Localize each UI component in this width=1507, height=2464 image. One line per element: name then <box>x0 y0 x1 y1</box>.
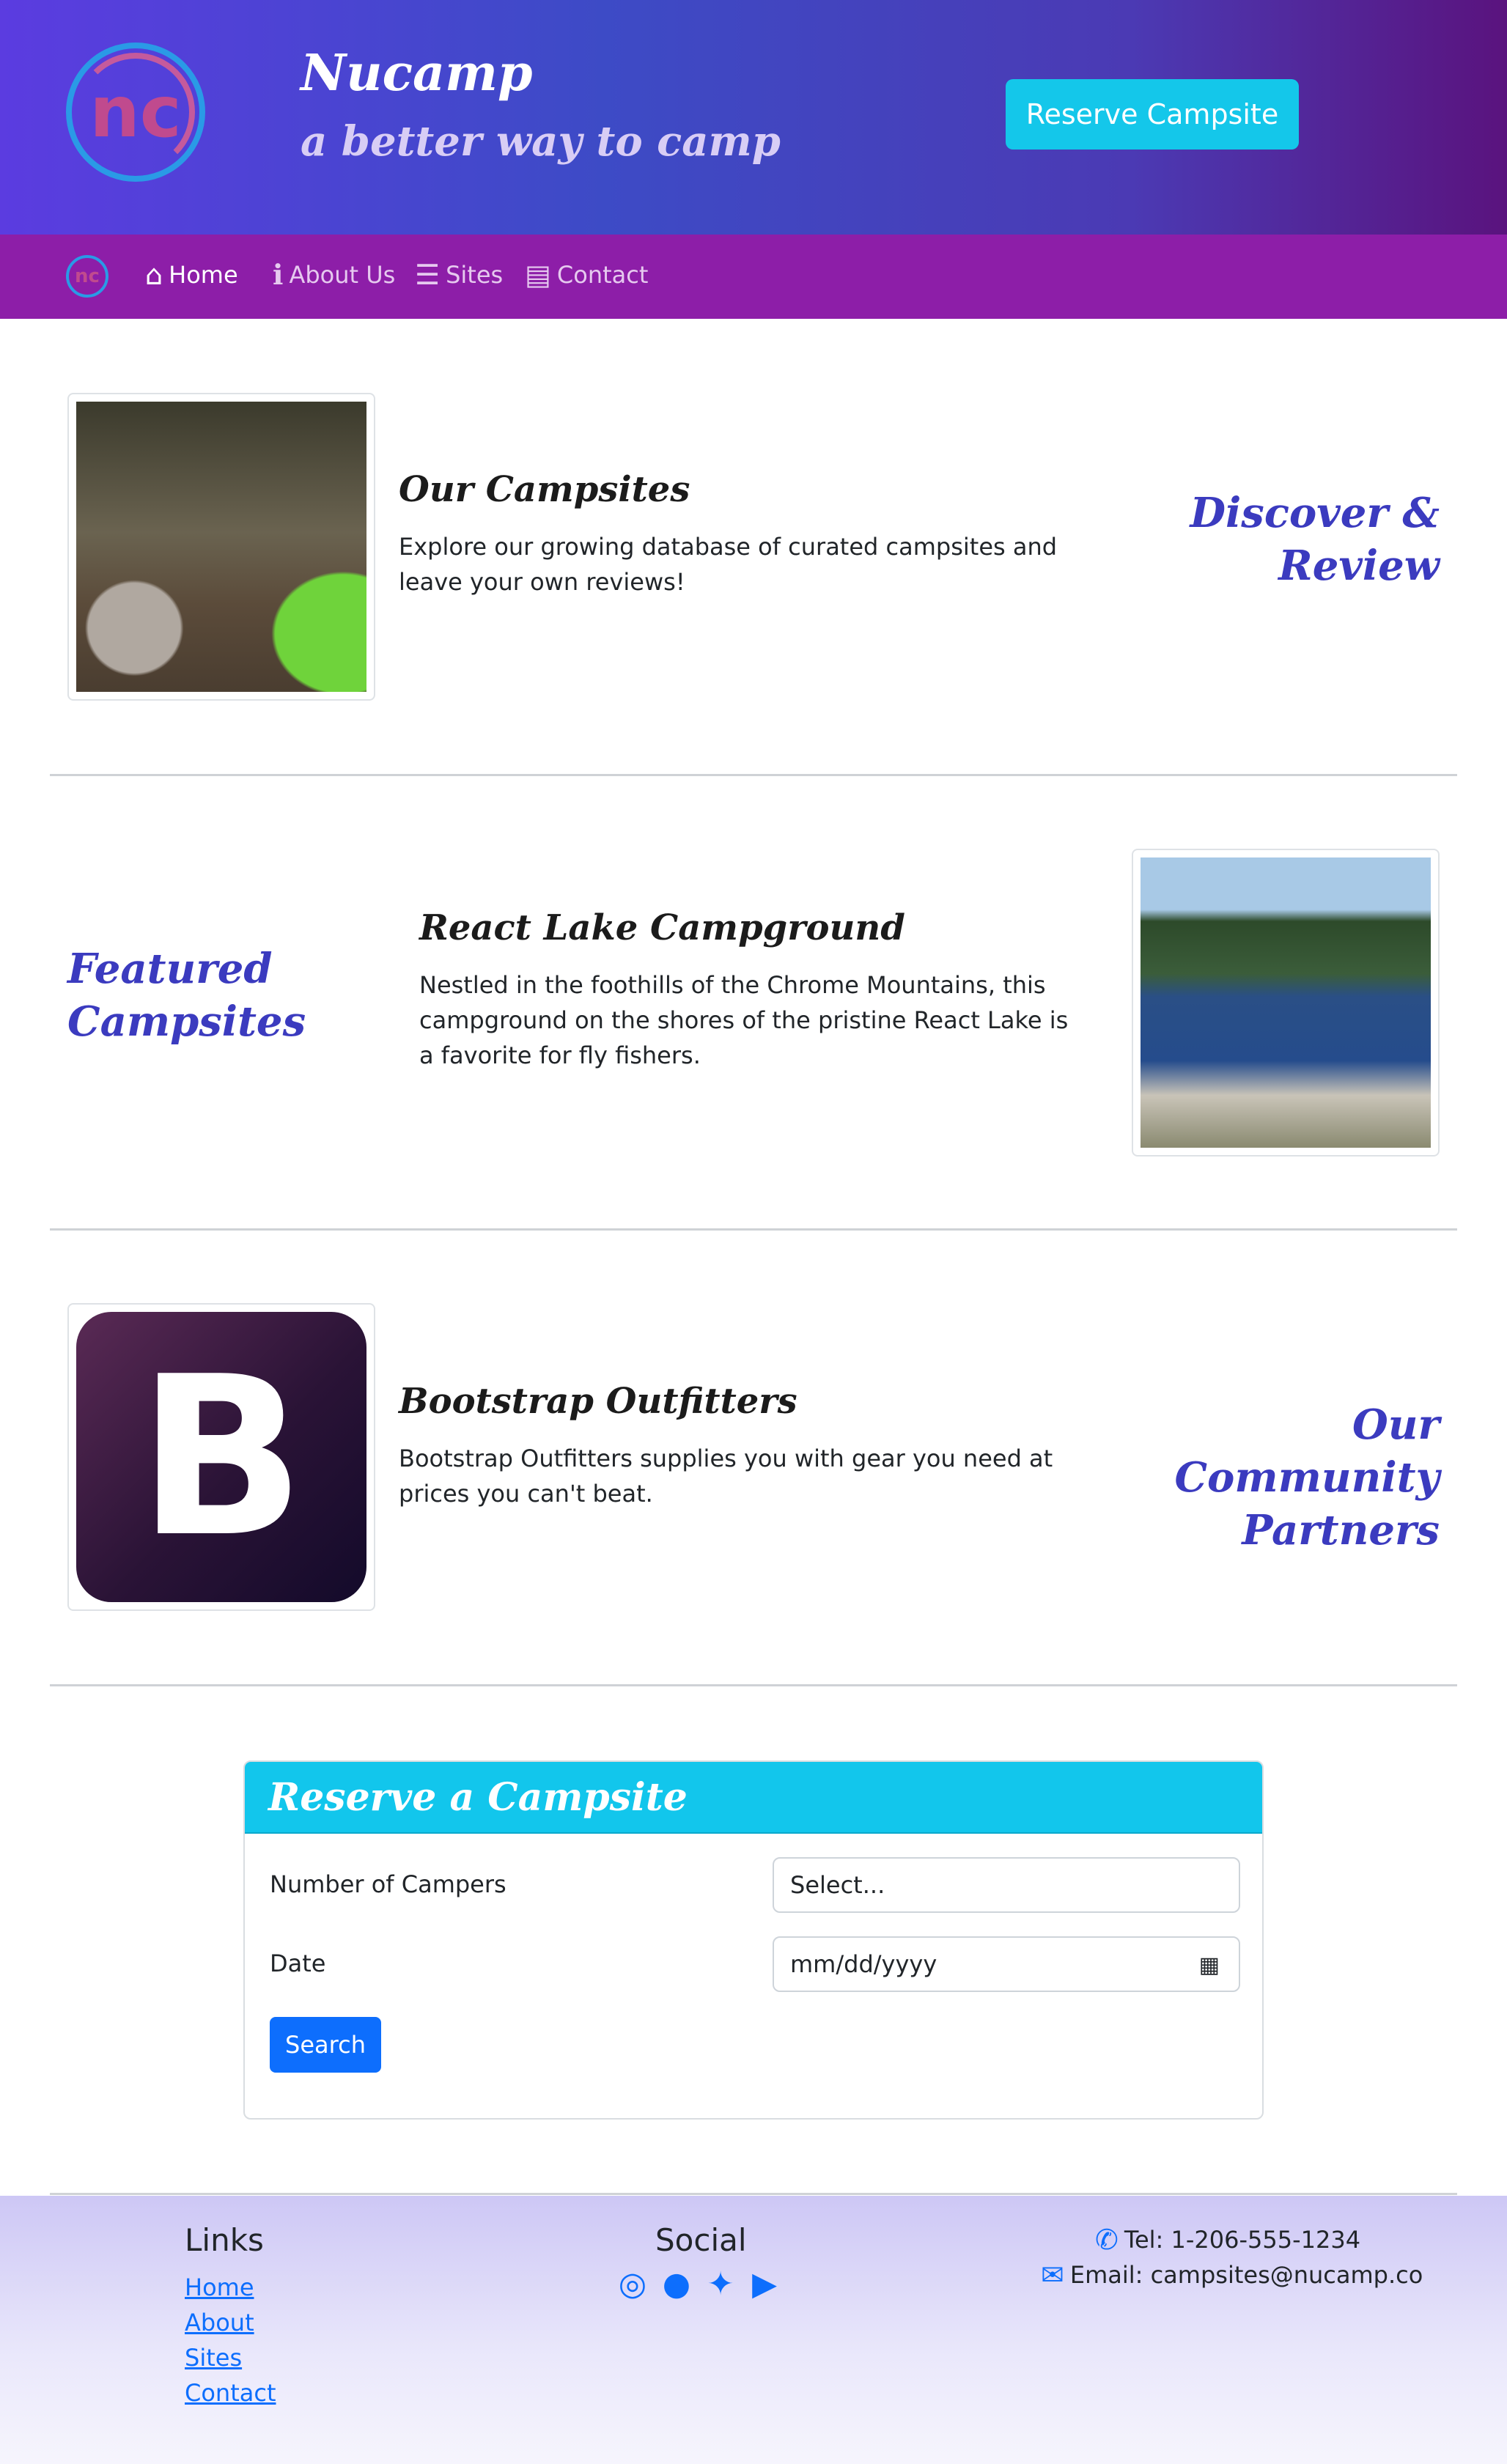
calendar-icon[interactable]: ▦ <box>1199 1952 1220 1978</box>
nucamp-logo: nc <box>66 43 205 182</box>
list-icon: ☰ <box>415 259 441 291</box>
envelope-icon: ✉ <box>1041 2259 1064 2291</box>
tel-text: Tel: 1-206-555-1234 <box>1124 2226 1361 2254</box>
footer-link-sites[interactable]: Sites <box>185 2344 242 2372</box>
section-title-react-lake: React Lake Campground <box>419 907 905 948</box>
side-title-featured: Featured Campsites <box>67 945 306 1046</box>
date-placeholder: mm/dd/yyyy <box>790 1950 937 1978</box>
nav-item-home[interactable]: ⌂ Home <box>145 257 238 293</box>
campers-select[interactable]: Select... <box>773 1857 1240 1913</box>
footer-link-home[interactable]: Home <box>185 2273 254 2301</box>
section-text-campsites: Explore our growing database of curated … <box>399 533 1058 596</box>
reserve-campsite-button[interactable]: Reserve Campsite <box>1006 79 1299 150</box>
info-icon: ℹ <box>273 259 284 291</box>
nav-item-label: Home <box>169 261 238 289</box>
campers-label: Number of Campers <box>270 1870 506 1898</box>
campsite-thumbnail[interactable] <box>67 393 375 701</box>
section-divider <box>50 2193 1457 2195</box>
instagram-icon[interactable]: ◎ <box>614 2266 651 2303</box>
section-title-outfitters: Bootstrap Outfitters <box>399 1381 797 1422</box>
date-input[interactable]: mm/dd/yyyy ▦ <box>773 1936 1240 1992</box>
phone-icon: ✆ <box>1095 2224 1119 2256</box>
section-divider <box>50 1228 1457 1231</box>
twitter-icon[interactable]: ✦ <box>702 2266 739 2303</box>
nav-item-sites[interactable]: ☰ Sites <box>415 257 503 293</box>
address-card-icon: ▤ <box>525 259 551 291</box>
section-text-outfitters: Bootstrap Outfitters supplies you with g… <box>399 1445 1053 1508</box>
email-text: Email: campsites@nucamp.co <box>1069 2261 1423 2289</box>
site-header: nc Nucamp a better way to camp Reserve C… <box>0 0 1507 235</box>
card-header: Reserve a Campsite <box>245 1762 1262 1834</box>
section-title-campsites: Our Campsites <box>399 469 690 510</box>
section-divider <box>50 1684 1457 1686</box>
reserve-campsite-card: Reserve a Campsite Number of Campers Sel… <box>243 1760 1264 2120</box>
site-subtitle: a better way to camp <box>301 117 781 166</box>
youtube-icon[interactable]: ▶ <box>746 2266 783 2303</box>
section-text-react-lake: Nestled in the foothills of the Chrome M… <box>419 971 1069 1069</box>
logo-text: nc <box>89 71 182 153</box>
react-lake-thumbnail[interactable] <box>1132 849 1440 1157</box>
nav-item-about[interactable]: ℹ About Us <box>273 257 395 293</box>
nav-logo[interactable]: nc <box>66 255 108 298</box>
footer-tel[interactable]: ✆ Tel: 1-206-555-1234 <box>1095 2224 1360 2256</box>
site-title: Nucamp <box>301 44 533 103</box>
nav-item-label: Contact <box>556 261 649 289</box>
search-button[interactable]: Search <box>270 2017 381 2073</box>
nav-item-contact[interactable]: ▤ Contact <box>525 257 648 293</box>
campsite-photo <box>76 402 366 692</box>
side-title-discover: Discover & Review <box>1190 489 1440 590</box>
footer-link-about[interactable]: About <box>185 2309 254 2336</box>
footer-links-heading: Links <box>185 2222 264 2258</box>
lake-photo <box>1141 857 1431 1148</box>
social-icons: ◎ ● ✦ ▶ <box>614 2266 783 2303</box>
footer-social-heading: Social <box>655 2222 747 2258</box>
facebook-icon[interactable]: ● <box>658 2266 695 2303</box>
card-title: Reserve a Campsite <box>268 1774 688 1820</box>
section-divider <box>50 774 1457 776</box>
nav-item-label: Sites <box>446 261 504 289</box>
site-footer: Links Home About Sites Contact Social ◎ … <box>0 2196 1507 2464</box>
footer-link-contact[interactable]: Contact <box>185 2379 276 2407</box>
partner-thumbnail[interactable]: B <box>67 1303 375 1611</box>
footer-email[interactable]: ✉ Email: campsites@nucamp.co <box>1041 2259 1423 2291</box>
date-label: Date <box>270 1950 326 1977</box>
bootstrap-logo: B <box>76 1312 366 1602</box>
home-icon: ⌂ <box>145 259 163 291</box>
side-title-partners: Our Community Partners <box>1174 1401 1440 1554</box>
campers-select-value: Select... <box>790 1871 885 1899</box>
nav-item-label: About Us <box>289 261 396 289</box>
